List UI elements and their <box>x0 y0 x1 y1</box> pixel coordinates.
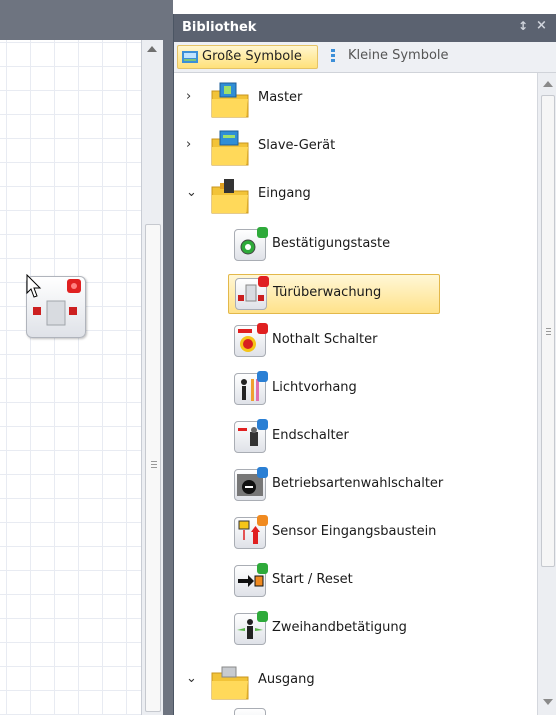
splitter[interactable] <box>163 0 173 715</box>
library-item-confirm-button[interactable]: Bestätigungstaste <box>228 226 390 264</box>
tree-category-master[interactable]: › Master <box>174 77 536 123</box>
status-badge <box>257 563 268 574</box>
scroll-thumb[interactable] <box>145 224 161 712</box>
item-label: Bestätigungstaste <box>272 236 391 251</box>
category-label: Master <box>258 90 303 105</box>
item-label: Endschalter <box>272 428 349 443</box>
library-tree: › Master › Slave-Gerät ⌄ Eingang Bestäti… <box>174 73 536 715</box>
tree-category-slave-device[interactable]: › Slave-Gerät <box>174 125 536 171</box>
library-item-limit-switch[interactable]: Endschalter <box>228 418 362 456</box>
library-vertical-scrollbar[interactable] <box>537 73 556 715</box>
scroll-thumb[interactable] <box>541 95 555 567</box>
category-label: Ausgang <box>258 672 315 687</box>
item-label: Zweihandbetätigung <box>272 620 407 635</box>
large-icons-label: Große Symbole <box>202 49 302 64</box>
library-panel: Bibliothek ↕ × Große Symbole Kleine Symb… <box>173 14 556 715</box>
status-badge <box>257 611 268 622</box>
small-icons-button[interactable]: Kleine Symbole <box>324 45 464 67</box>
master-folder-icon <box>211 82 249 118</box>
item-label: Nothalt Schalter <box>272 332 378 347</box>
small-icons-icon <box>331 49 335 62</box>
item-label: Start / Reset <box>272 572 353 587</box>
item-label: Sensor Eingangsbaustein <box>272 524 437 539</box>
category-label: Eingang <box>258 186 311 201</box>
library-item-sensor-input[interactable]: Sensor Eingangsbaustein <box>228 514 436 552</box>
library-item-mode-selector[interactable]: Betriebsartenwahlschalter <box>228 466 443 504</box>
output-folder-icon <box>211 666 249 700</box>
library-item-two-hand-control[interactable]: Zweihandbetätigung <box>228 610 407 648</box>
tree-category-output[interactable]: ⌄ Ausgang <box>174 659 536 705</box>
library-item-light-curtain[interactable]: Lichtvorhang <box>228 370 362 408</box>
close-icon[interactable]: × <box>536 18 547 33</box>
status-badge <box>257 515 268 526</box>
collapse-chevron-icon[interactable]: ⌄ <box>186 186 198 199</box>
status-badge <box>257 419 268 430</box>
input-folder-icon <box>211 179 249 214</box>
view-toolbar: Große Symbole Kleine Symbole <box>174 42 556 73</box>
mode-selector-icon <box>234 467 268 501</box>
large-icons-button[interactable]: Große Symbole <box>177 45 318 69</box>
status-badge <box>257 323 268 334</box>
slave-folder-icon <box>211 130 249 166</box>
library-panel-titlebar: Bibliothek ↕ × <box>174 14 556 42</box>
mouse-cursor-icon <box>26 273 44 304</box>
item-label: Türüberwachung <box>273 285 382 300</box>
start-reset-icon <box>234 563 268 597</box>
status-badge <box>258 276 269 287</box>
light-curtain-icon <box>234 371 268 405</box>
large-icons-icon <box>182 51 198 63</box>
grip-icon <box>546 328 551 329</box>
item-label: Lichtvorhang <box>272 380 357 395</box>
item-label: Betriebsartenwahlschalter <box>272 476 444 491</box>
status-badge <box>257 467 268 478</box>
expand-chevron-icon[interactable]: › <box>186 90 198 103</box>
two-hand-control-icon <box>234 611 268 645</box>
grip-icon <box>151 461 157 462</box>
output-item-icon <box>234 708 266 715</box>
scroll-up-arrow-icon[interactable] <box>543 81 553 87</box>
door-monitoring-icon <box>235 276 269 310</box>
confirm-button-icon <box>234 227 268 261</box>
emergency-stop-icon <box>234 323 268 357</box>
scroll-down-arrow-icon[interactable] <box>543 699 553 705</box>
library-item-door-monitoring[interactable]: Türüberwachung <box>228 274 440 314</box>
small-icons-label: Kleine Symbole <box>348 48 449 63</box>
canvas-vertical-scrollbar[interactable] <box>141 40 164 715</box>
status-badge <box>257 371 268 382</box>
category-label: Slave-Gerät <box>258 138 336 153</box>
tree-category-input[interactable]: ⌄ Eingang <box>174 173 536 219</box>
panel-title: Bibliothek <box>182 20 257 35</box>
library-item-start-reset[interactable]: Start / Reset <box>228 562 362 600</box>
sensor-input-icon <box>234 515 268 549</box>
status-badge <box>257 227 268 238</box>
canvas-header <box>0 0 163 40</box>
scroll-up-arrow-icon[interactable] <box>147 46 157 52</box>
collapse-chevron-icon[interactable]: ⌄ <box>186 672 198 685</box>
library-item-partial[interactable] <box>228 705 362 715</box>
expand-chevron-icon[interactable]: › <box>186 138 198 151</box>
library-item-emergency-stop[interactable]: Nothalt Schalter <box>228 322 377 360</box>
pin-icon[interactable]: ↕ <box>518 19 528 33</box>
limit-switch-icon <box>234 419 268 453</box>
design-canvas[interactable] <box>0 40 147 715</box>
